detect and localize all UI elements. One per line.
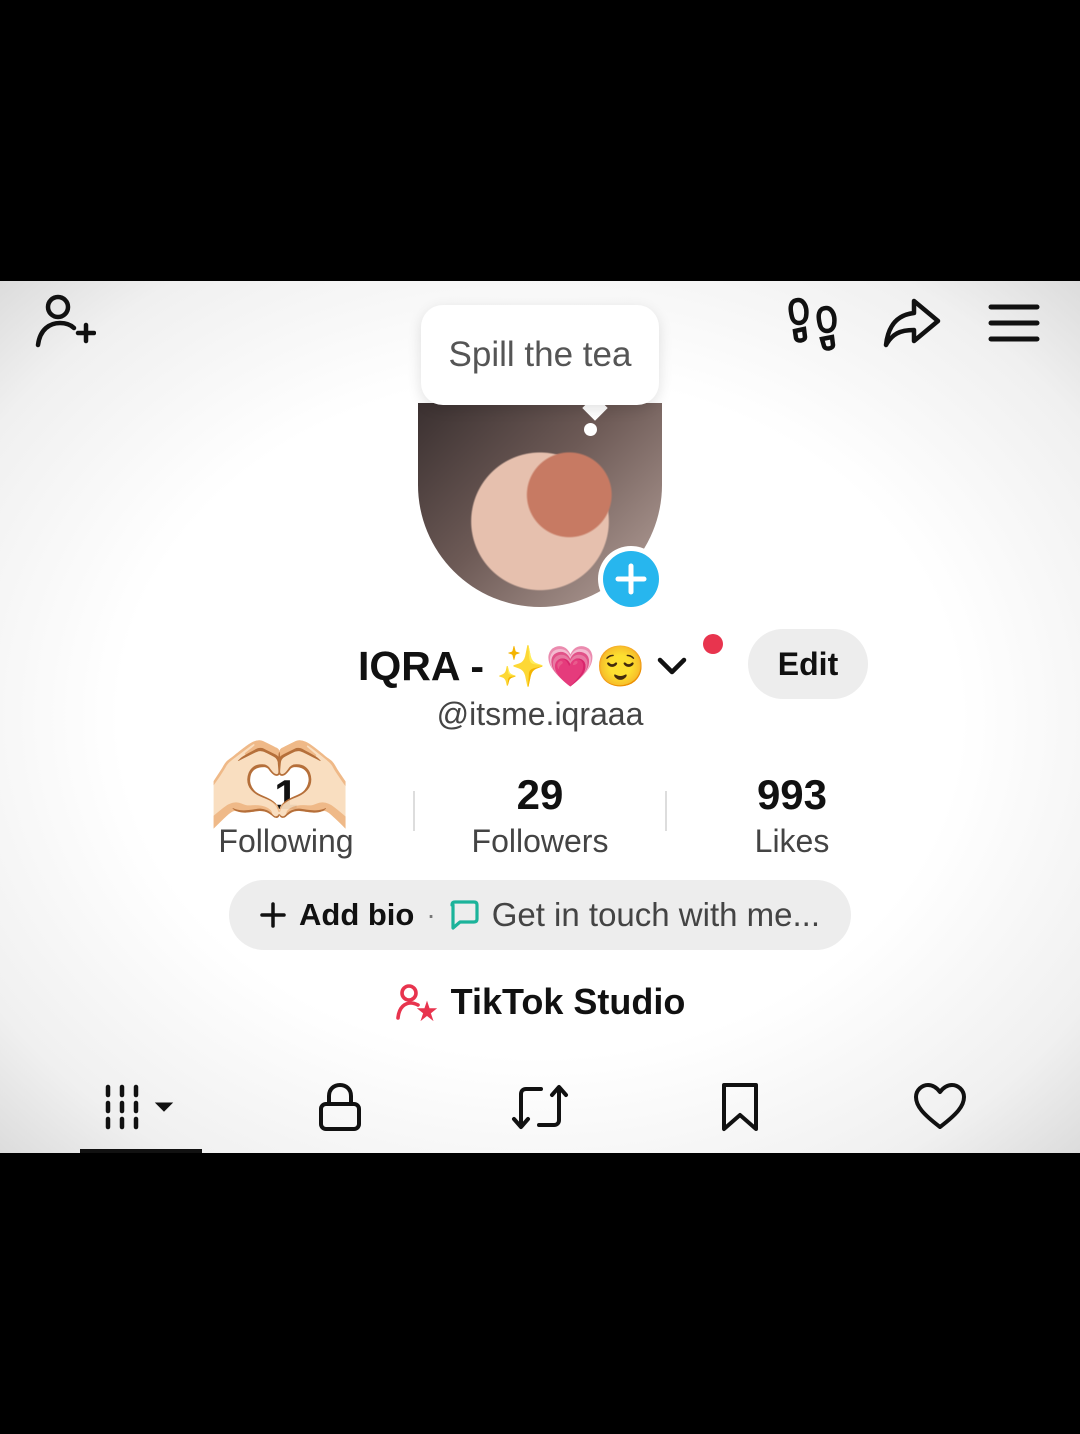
chevron-down-icon[interactable] — [657, 655, 687, 677]
footprints-icon[interactable] — [786, 295, 840, 351]
username-handle: @itsme.iqraaa — [436, 696, 644, 732]
tab-videos[interactable] — [80, 1081, 200, 1133]
stat-value: 29 — [516, 771, 564, 818]
stat-followers[interactable]: 29 Followers — [430, 769, 650, 861]
lock-icon — [319, 1082, 361, 1131]
tab-private[interactable] — [280, 1081, 400, 1133]
grid-videos-icon — [105, 1084, 174, 1130]
tooltip-bubble[interactable]: Spill the tea — [421, 305, 659, 405]
bio-separator: · — [426, 899, 436, 930]
plus-icon — [259, 901, 287, 929]
plus-icon — [603, 551, 659, 607]
add-bio-button[interactable]: Add bio — [299, 897, 414, 933]
repost-icon — [512, 1085, 568, 1129]
tab-liked[interactable] — [880, 1081, 1000, 1133]
chat-bubble-icon — [448, 899, 480, 931]
tiktok-studio-link[interactable]: TikTok Studio — [0, 981, 1080, 1023]
share-arrow-icon[interactable] — [882, 297, 942, 349]
hamburger-menu-icon[interactable] — [988, 303, 1040, 343]
stat-divider — [665, 791, 667, 831]
heart-icon — [914, 1083, 966, 1129]
add-story-button[interactable] — [598, 546, 664, 612]
active-tab-indicator — [80, 1149, 202, 1153]
person-star-icon — [395, 983, 437, 1021]
person-add-icon[interactable] — [34, 293, 96, 351]
stat-likes[interactable]: 993 Likes — [682, 769, 902, 861]
name-emojis: ✨💗😌 — [496, 644, 646, 689]
profile-screen: Spill the tea IQRA - ✨💗😌 Edit @itsme.iqr… — [0, 281, 1080, 1153]
display-name: IQRA - — [358, 642, 485, 689]
stat-divider — [413, 791, 415, 831]
heart-hands-sticker: 🫶🏻 — [206, 722, 353, 854]
avatar-pointer-dot — [584, 423, 597, 436]
bookmark-icon — [722, 1083, 758, 1131]
tooltip-text: Spill the tea — [448, 335, 632, 374]
stat-label: Likes — [754, 823, 830, 859]
tab-bookmarks[interactable] — [680, 1081, 800, 1133]
studio-label: TikTok Studio — [450, 981, 686, 1022]
contact-link[interactable]: Get in touch with me... — [492, 896, 820, 934]
tab-reposts[interactable] — [480, 1081, 600, 1133]
profile-name-row[interactable]: IQRA - ✨💗😌 — [358, 631, 687, 701]
notification-dot — [703, 634, 723, 654]
bio-pill[interactable]: Add bio · Get in touch with me... — [229, 880, 851, 950]
stat-label: Followers — [471, 823, 609, 859]
edit-profile-button[interactable]: Edit — [748, 629, 868, 699]
stat-value: 993 — [756, 771, 828, 818]
